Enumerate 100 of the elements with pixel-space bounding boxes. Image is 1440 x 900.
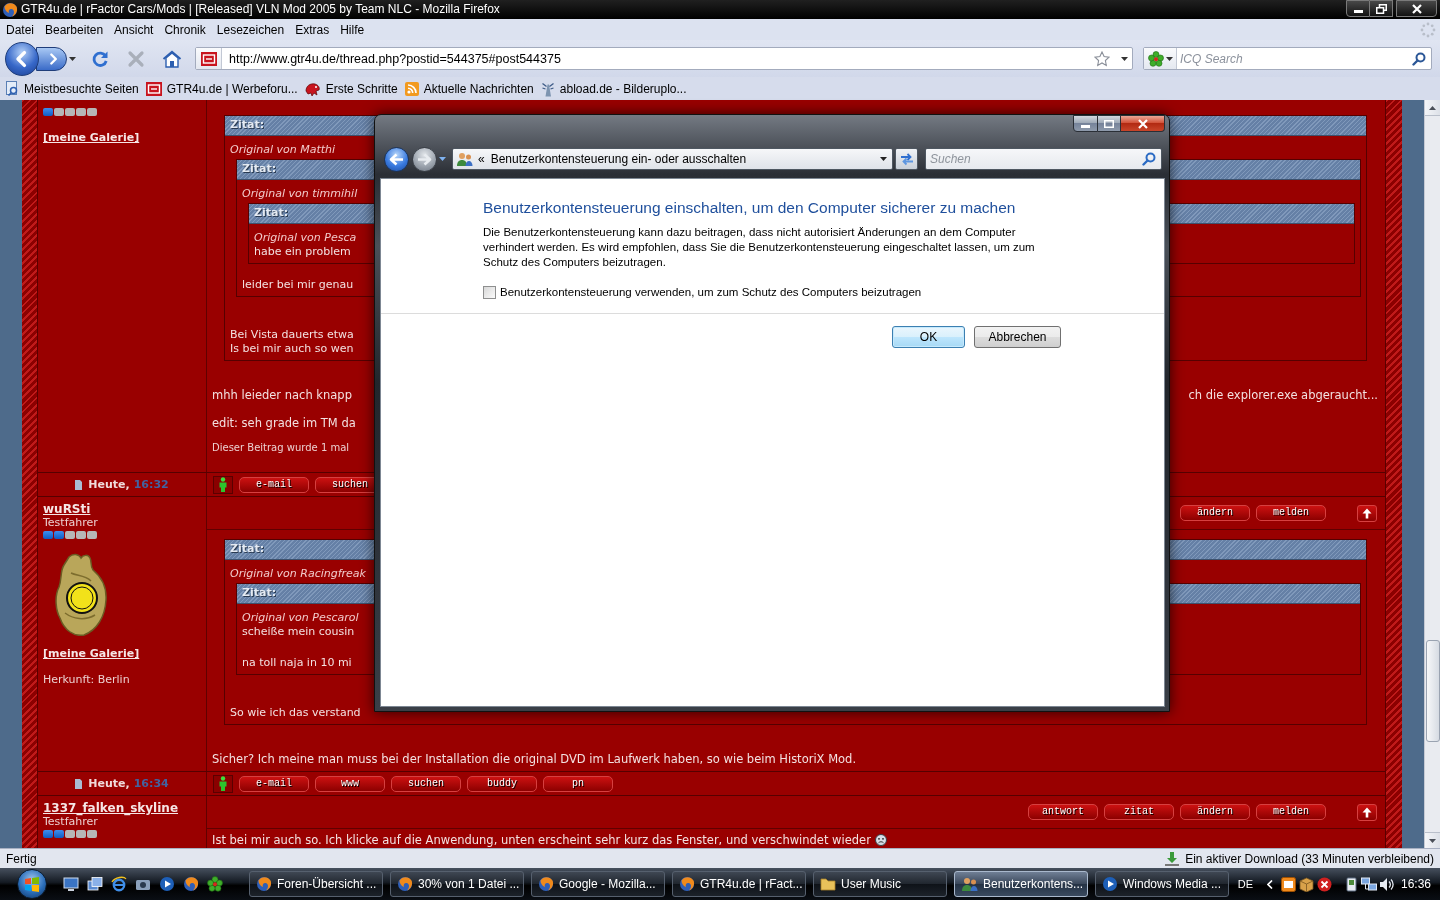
menu-item[interactable]: Ansicht bbox=[114, 21, 154, 38]
download-status[interactable]: Ein aktiver Download (33 Minuten verbleibend) bbox=[1185, 851, 1434, 866]
globe-icon[interactable] bbox=[183, 876, 199, 892]
quote-text: habe ein problem bbox=[254, 245, 351, 259]
post-action-button[interactable]: www bbox=[315, 775, 385, 792]
forward-button[interactable] bbox=[36, 46, 67, 71]
address-bar[interactable]: « Benutzerkontensteuerung ein- oder ausschalten bbox=[452, 148, 893, 170]
post-action-button[interactable]: zitat bbox=[1104, 804, 1174, 820]
post-action-button[interactable]: melden bbox=[1256, 505, 1326, 521]
username-link[interactable]: 1337_falken_skyline bbox=[43, 801, 179, 815]
search-engine-button[interactable] bbox=[1144, 48, 1177, 69]
menu-item[interactable]: Datei bbox=[6, 21, 34, 38]
media-play-icon[interactable] bbox=[159, 876, 175, 892]
checkbox[interactable] bbox=[483, 285, 496, 299]
scroll-top-button[interactable] bbox=[1357, 803, 1377, 821]
menu-item[interactable]: Chronik bbox=[164, 21, 206, 38]
bookmark-item[interactable]: Erste Schritte bbox=[304, 78, 398, 99]
quote-text: na toll naja in 10 mi bbox=[242, 656, 352, 670]
post-action-button[interactable]: pn bbox=[543, 775, 613, 792]
restore-button[interactable] bbox=[1370, 0, 1393, 17]
bookmark-item[interactable]: abload.de - Bilderuplo... bbox=[540, 78, 687, 99]
username-link[interactable]: wuRSti bbox=[43, 502, 91, 516]
bookmark-item[interactable]: Aktuelle Nachrichten bbox=[404, 78, 534, 99]
flower-icon[interactable] bbox=[207, 876, 223, 892]
quote-text: So wie ich das verstand bbox=[230, 706, 361, 720]
search-box[interactable]: Suchen bbox=[925, 148, 1162, 170]
scroll-down-button[interactable] bbox=[1425, 832, 1440, 848]
bookmark-item[interactable]: Meistbesuchte Seiten bbox=[5, 78, 139, 99]
quote-source: Original von Pescarol bbox=[242, 611, 359, 625]
menu-item[interactable]: Bearbeiten bbox=[45, 21, 104, 38]
taskbar-button[interactable]: Foren-Übersicht ... bbox=[249, 871, 383, 897]
person-icon bbox=[218, 477, 228, 492]
caret-down-icon bbox=[1165, 56, 1173, 61]
close-button[interactable] bbox=[1121, 115, 1165, 132]
search-bar[interactable]: ICQ Search bbox=[1143, 47, 1432, 70]
post-action-button[interactable]: buddy bbox=[467, 775, 537, 792]
scrollbar-thumb[interactable] bbox=[1425, 640, 1440, 742]
post-action-button[interactable]: ändern bbox=[1180, 505, 1250, 521]
dialog-button[interactable]: OK bbox=[892, 326, 965, 348]
scroll-top-button[interactable] bbox=[1357, 504, 1377, 522]
globe-icon bbox=[2, 1, 18, 18]
device-icon[interactable] bbox=[1343, 876, 1359, 892]
taskbar-button[interactable]: Google - Mozilla... bbox=[531, 871, 665, 897]
gallery-link[interactable]: [meine Galerie] bbox=[43, 647, 140, 661]
address-bar[interactable]: http://www.gtr4u.de/thread.php?postid=544375#post544375 bbox=[195, 47, 1133, 70]
quote-source: Original von timmihil bbox=[242, 187, 358, 201]
post-action-button[interactable]: melden bbox=[1256, 804, 1326, 820]
language-indicator[interactable]: DE bbox=[1237, 877, 1253, 891]
window-stack-icon[interactable] bbox=[87, 876, 103, 892]
maximize-button[interactable] bbox=[1098, 115, 1121, 132]
url-field[interactable]: http://www.gtr4u.de/thread.php?postid=544375#post544375 bbox=[222, 48, 1092, 69]
document-icon bbox=[75, 479, 83, 490]
post-action-button[interactable]: suchen bbox=[391, 775, 461, 792]
caret-up-icon bbox=[1429, 105, 1436, 110]
quote-text: Bei Vista dauerts etwa bbox=[230, 328, 354, 342]
post-action-button[interactable]: ändern bbox=[1180, 804, 1250, 820]
minimize-button[interactable] bbox=[1073, 115, 1098, 132]
forward-button[interactable] bbox=[412, 146, 437, 172]
bookmark-item[interactable]: GTR4u.de | Werbeforu... bbox=[145, 78, 298, 99]
checkbox-label[interactable]: Benutzerkontensteuerung verwenden, um zum Schutz des Computers beizutragen bbox=[500, 285, 922, 299]
menu-item[interactable]: Lesezeichen bbox=[216, 21, 285, 38]
search-field[interactable]: ICQ Search bbox=[1177, 48, 1409, 69]
taskbar-button[interactable]: Benutzerkontens... bbox=[954, 871, 1088, 897]
taskbar-button[interactable]: User Music bbox=[813, 871, 947, 897]
close-button[interactable] bbox=[1396, 0, 1437, 17]
app-window-icon[interactable] bbox=[1280, 876, 1296, 892]
page-search-icon bbox=[5, 81, 19, 96]
refresh-button[interactable] bbox=[895, 148, 918, 170]
taskbar-button[interactable]: 30% von 1 Datei ... bbox=[390, 871, 524, 897]
package-icon[interactable] bbox=[1298, 876, 1314, 892]
close-icon bbox=[1411, 3, 1422, 14]
taskbar-button[interactable]: Windows Media ... bbox=[1095, 871, 1229, 897]
globe-icon bbox=[397, 876, 413, 892]
post-action-button[interactable]: e-mail bbox=[239, 775, 309, 792]
profile-button[interactable] bbox=[213, 774, 233, 793]
site-identity-button[interactable] bbox=[196, 48, 222, 69]
arrow-left-icon bbox=[389, 152, 404, 166]
post-action-button[interactable]: e-mail bbox=[239, 476, 309, 493]
document-icon bbox=[75, 778, 83, 789]
back-button[interactable] bbox=[384, 146, 409, 172]
arrow-up-icon bbox=[1362, 507, 1372, 519]
post-action-button[interactable]: antwort bbox=[1028, 804, 1098, 820]
back-button[interactable] bbox=[5, 41, 39, 76]
monitor-icon[interactable] bbox=[63, 876, 79, 892]
taskbar-button[interactable]: GTR4u.de | rFact... bbox=[672, 871, 806, 897]
menu-item[interactable]: Hilfe bbox=[340, 21, 365, 38]
dialog-button[interactable]: Abbrechen bbox=[974, 326, 1061, 348]
speaker-icon[interactable] bbox=[1378, 876, 1395, 892]
gallery-link[interactable]: [meine Galerie] bbox=[43, 131, 140, 145]
logo-icon bbox=[145, 81, 162, 96]
minimize-button[interactable] bbox=[1346, 0, 1370, 17]
browser-e-icon[interactable] bbox=[111, 876, 127, 892]
profile-button[interactable] bbox=[213, 475, 233, 494]
scroll-up-button[interactable] bbox=[1425, 100, 1440, 116]
menu-item[interactable]: Extras bbox=[295, 21, 330, 38]
star-icon bbox=[1094, 50, 1110, 67]
status-text: Fertig bbox=[6, 851, 37, 866]
network-icon[interactable] bbox=[1360, 876, 1377, 892]
error-icon[interactable] bbox=[1316, 876, 1332, 892]
start-button[interactable] bbox=[17, 869, 47, 899]
